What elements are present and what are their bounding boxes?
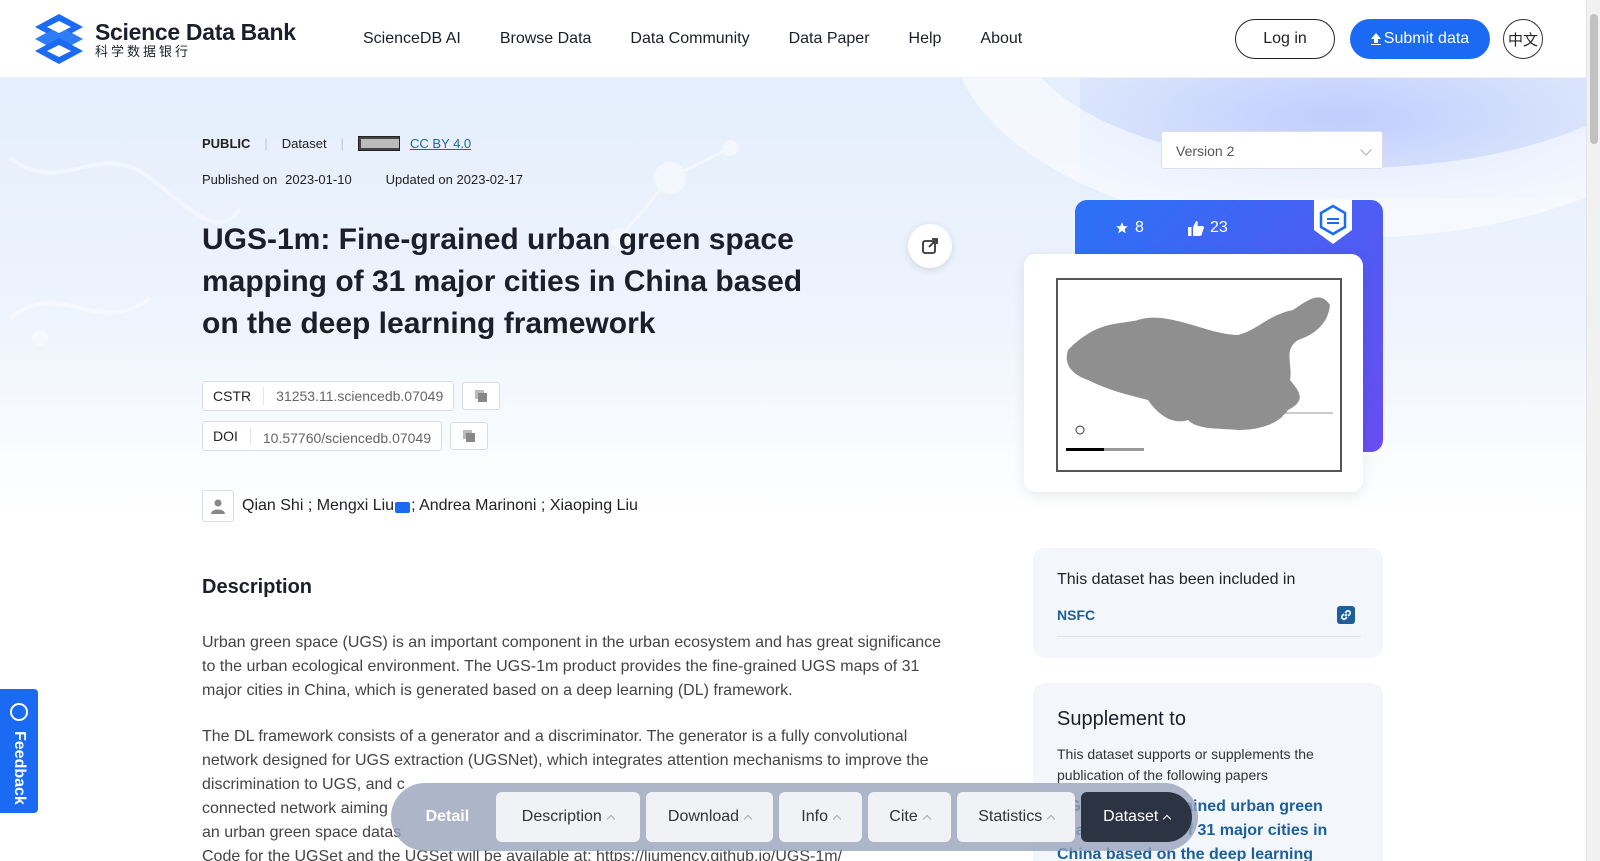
logo-subtitle: 科学数据银行 bbox=[95, 44, 192, 59]
copy-icon bbox=[475, 390, 488, 402]
chevron-up-icon bbox=[606, 814, 616, 824]
like-count-value: 23 bbox=[1210, 219, 1228, 236]
visibility-label: PUBLIC bbox=[202, 136, 251, 151]
tab-info[interactable]: Info bbox=[779, 792, 863, 842]
language-toggle[interactable]: 中文 bbox=[1503, 19, 1543, 59]
published-label: Published on bbox=[202, 172, 278, 187]
main-nav: ScienceDB AI Browse Data Data Community … bbox=[363, 30, 1022, 48]
description-paragraph-1: Urban green space (UGS) is an important … bbox=[202, 634, 942, 699]
version-select[interactable]: Version 2 bbox=[1161, 131, 1383, 169]
tab-description[interactable]: Description bbox=[495, 792, 640, 842]
submit-data-label: Submit data bbox=[1383, 30, 1470, 47]
included-in-card: This dataset has been included in NSFC bbox=[1033, 548, 1383, 658]
tab-label: Description bbox=[521, 808, 602, 825]
cstr-label: CSTR bbox=[203, 387, 265, 405]
upload-icon bbox=[1370, 33, 1381, 45]
cstr-field: CSTR 31253.11.sciencedb.07049 bbox=[202, 381, 455, 411]
star-icon bbox=[1116, 222, 1128, 234]
included-in-title: This dataset has been included in bbox=[1057, 571, 1296, 588]
nav-data-paper[interactable]: Data Paper bbox=[789, 30, 870, 48]
authors-list-2[interactable]: ; Andrea Marinoni ; Xiaoping Liu bbox=[411, 497, 638, 515]
doi-field: DOI 10.57760/sciencedb.07049 bbox=[202, 421, 443, 451]
dataset-title: UGS-1m: Fine-grained urban green space m… bbox=[202, 223, 803, 340]
dataset-meta-row: PUBLIC | Dataset | CC BY 4.0 bbox=[202, 136, 471, 151]
updated-date: 2023-02-17 bbox=[456, 172, 524, 187]
section-tab-bar: Detail Description Download Info Cite St… bbox=[391, 783, 1198, 851]
doi-value: 10.57760/sciencedb.07049 bbox=[262, 430, 432, 446]
published-date: 2023-01-10 bbox=[285, 172, 352, 187]
top-navigation-bar: Science Data Bank 科学数据银行 ScienceDB AI Br… bbox=[0, 0, 1586, 78]
type-label: Dataset bbox=[281, 136, 327, 151]
tab-label: Info bbox=[801, 808, 828, 825]
tab-label: Dataset bbox=[1103, 808, 1159, 825]
authors-list-1[interactable]: Qian Shi ; Mengxi Liu bbox=[242, 497, 394, 515]
chevron-up-icon bbox=[922, 814, 931, 824]
feedback-label: Feedback bbox=[11, 731, 28, 805]
site-logo[interactable]: Science Data Bank 科学数据银行 bbox=[31, 12, 296, 68]
nav-browse-data[interactable]: Browse Data bbox=[500, 30, 592, 48]
divider bbox=[1057, 636, 1361, 637]
divider: | bbox=[264, 136, 268, 151]
chevron-down-icon bbox=[1360, 144, 1372, 156]
like-count[interactable]: 23 bbox=[1188, 219, 1228, 237]
tab-label: Statistics bbox=[978, 808, 1043, 825]
sciencedb-badge-icon bbox=[1314, 200, 1352, 244]
version-value: Version 2 bbox=[1176, 143, 1235, 159]
logo-title: Science Data Bank bbox=[95, 19, 296, 45]
link-icon[interactable] bbox=[1337, 606, 1355, 624]
doi-label: DOI bbox=[203, 427, 251, 445]
chevron-up-icon bbox=[832, 814, 842, 824]
feedback-icon bbox=[10, 703, 28, 721]
tab-label: Download bbox=[667, 808, 740, 825]
user-icon bbox=[202, 490, 234, 522]
divider: | bbox=[340, 136, 344, 151]
submit-data-button[interactable]: Submit data bbox=[1350, 19, 1490, 59]
license-link[interactable]: CC BY 4.0 bbox=[410, 136, 471, 151]
china-map-image bbox=[1056, 278, 1342, 472]
share-button[interactable] bbox=[908, 224, 952, 268]
authors-row: Qian Shi ; Mengxi Liu ; Andrea Marinoni … bbox=[202, 490, 638, 522]
cstr-value: 31253.11.sciencedb.07049 bbox=[276, 388, 444, 404]
mail-icon[interactable] bbox=[395, 501, 411, 513]
updated-label: Updated on bbox=[385, 172, 453, 187]
page-scrollbar[interactable] bbox=[1586, 0, 1600, 861]
tab-dataset[interactable]: Dataset bbox=[1081, 792, 1192, 842]
chevron-up-icon bbox=[1163, 814, 1172, 824]
chevron-up-icon bbox=[1046, 814, 1056, 824]
copy-cstr-button[interactable] bbox=[462, 382, 501, 410]
tab-download[interactable]: Download bbox=[645, 792, 774, 842]
description-line: network designed for UGS extraction (UGS… bbox=[202, 752, 929, 769]
copy-icon bbox=[463, 430, 476, 442]
copy-doi-button[interactable] bbox=[450, 422, 489, 450]
included-in-link[interactable]: NSFC bbox=[1057, 607, 1095, 623]
description-line: The DL framework consists of a generator… bbox=[202, 728, 908, 745]
description-heading: Description bbox=[202, 576, 313, 598]
dates-row: Published on 2023-01-10 Updated on 2023-0… bbox=[202, 172, 523, 187]
nav-about[interactable]: About bbox=[980, 30, 1022, 48]
thumbs-up-icon bbox=[1188, 221, 1204, 236]
star-count[interactable]: 8 bbox=[1115, 219, 1144, 237]
science-data-bank-logo-icon bbox=[35, 14, 83, 64]
tab-label: Cite bbox=[889, 808, 918, 825]
nav-sciencedb-ai[interactable]: ScienceDB AI bbox=[363, 30, 461, 48]
cstr-row: CSTR 31253.11.sciencedb.07049 bbox=[202, 381, 501, 411]
chevron-up-icon bbox=[743, 814, 753, 824]
scrollbar-thumb[interactable] bbox=[1590, 14, 1598, 144]
supplement-heading: Supplement to bbox=[1057, 708, 1186, 730]
tab-bar-title: Detail bbox=[425, 808, 470, 825]
login-button[interactable]: Log in bbox=[1235, 19, 1335, 59]
doi-row: DOI 10.57760/sciencedb.07049 bbox=[202, 421, 489, 451]
cc-license-icon bbox=[357, 136, 400, 151]
tab-cite[interactable]: Cite bbox=[868, 792, 951, 842]
supplement-text: This dataset supports or supplements the… bbox=[1057, 746, 1314, 783]
nav-help[interactable]: Help bbox=[909, 30, 942, 48]
nav-data-community[interactable]: Data Community bbox=[630, 30, 749, 48]
dataset-thumbnail[interactable] bbox=[1024, 254, 1363, 492]
star-count-value: 8 bbox=[1135, 219, 1144, 236]
external-link-icon bbox=[922, 238, 938, 254]
feedback-tab[interactable]: Feedback bbox=[0, 689, 38, 813]
tab-statistics[interactable]: Statistics bbox=[956, 792, 1076, 842]
